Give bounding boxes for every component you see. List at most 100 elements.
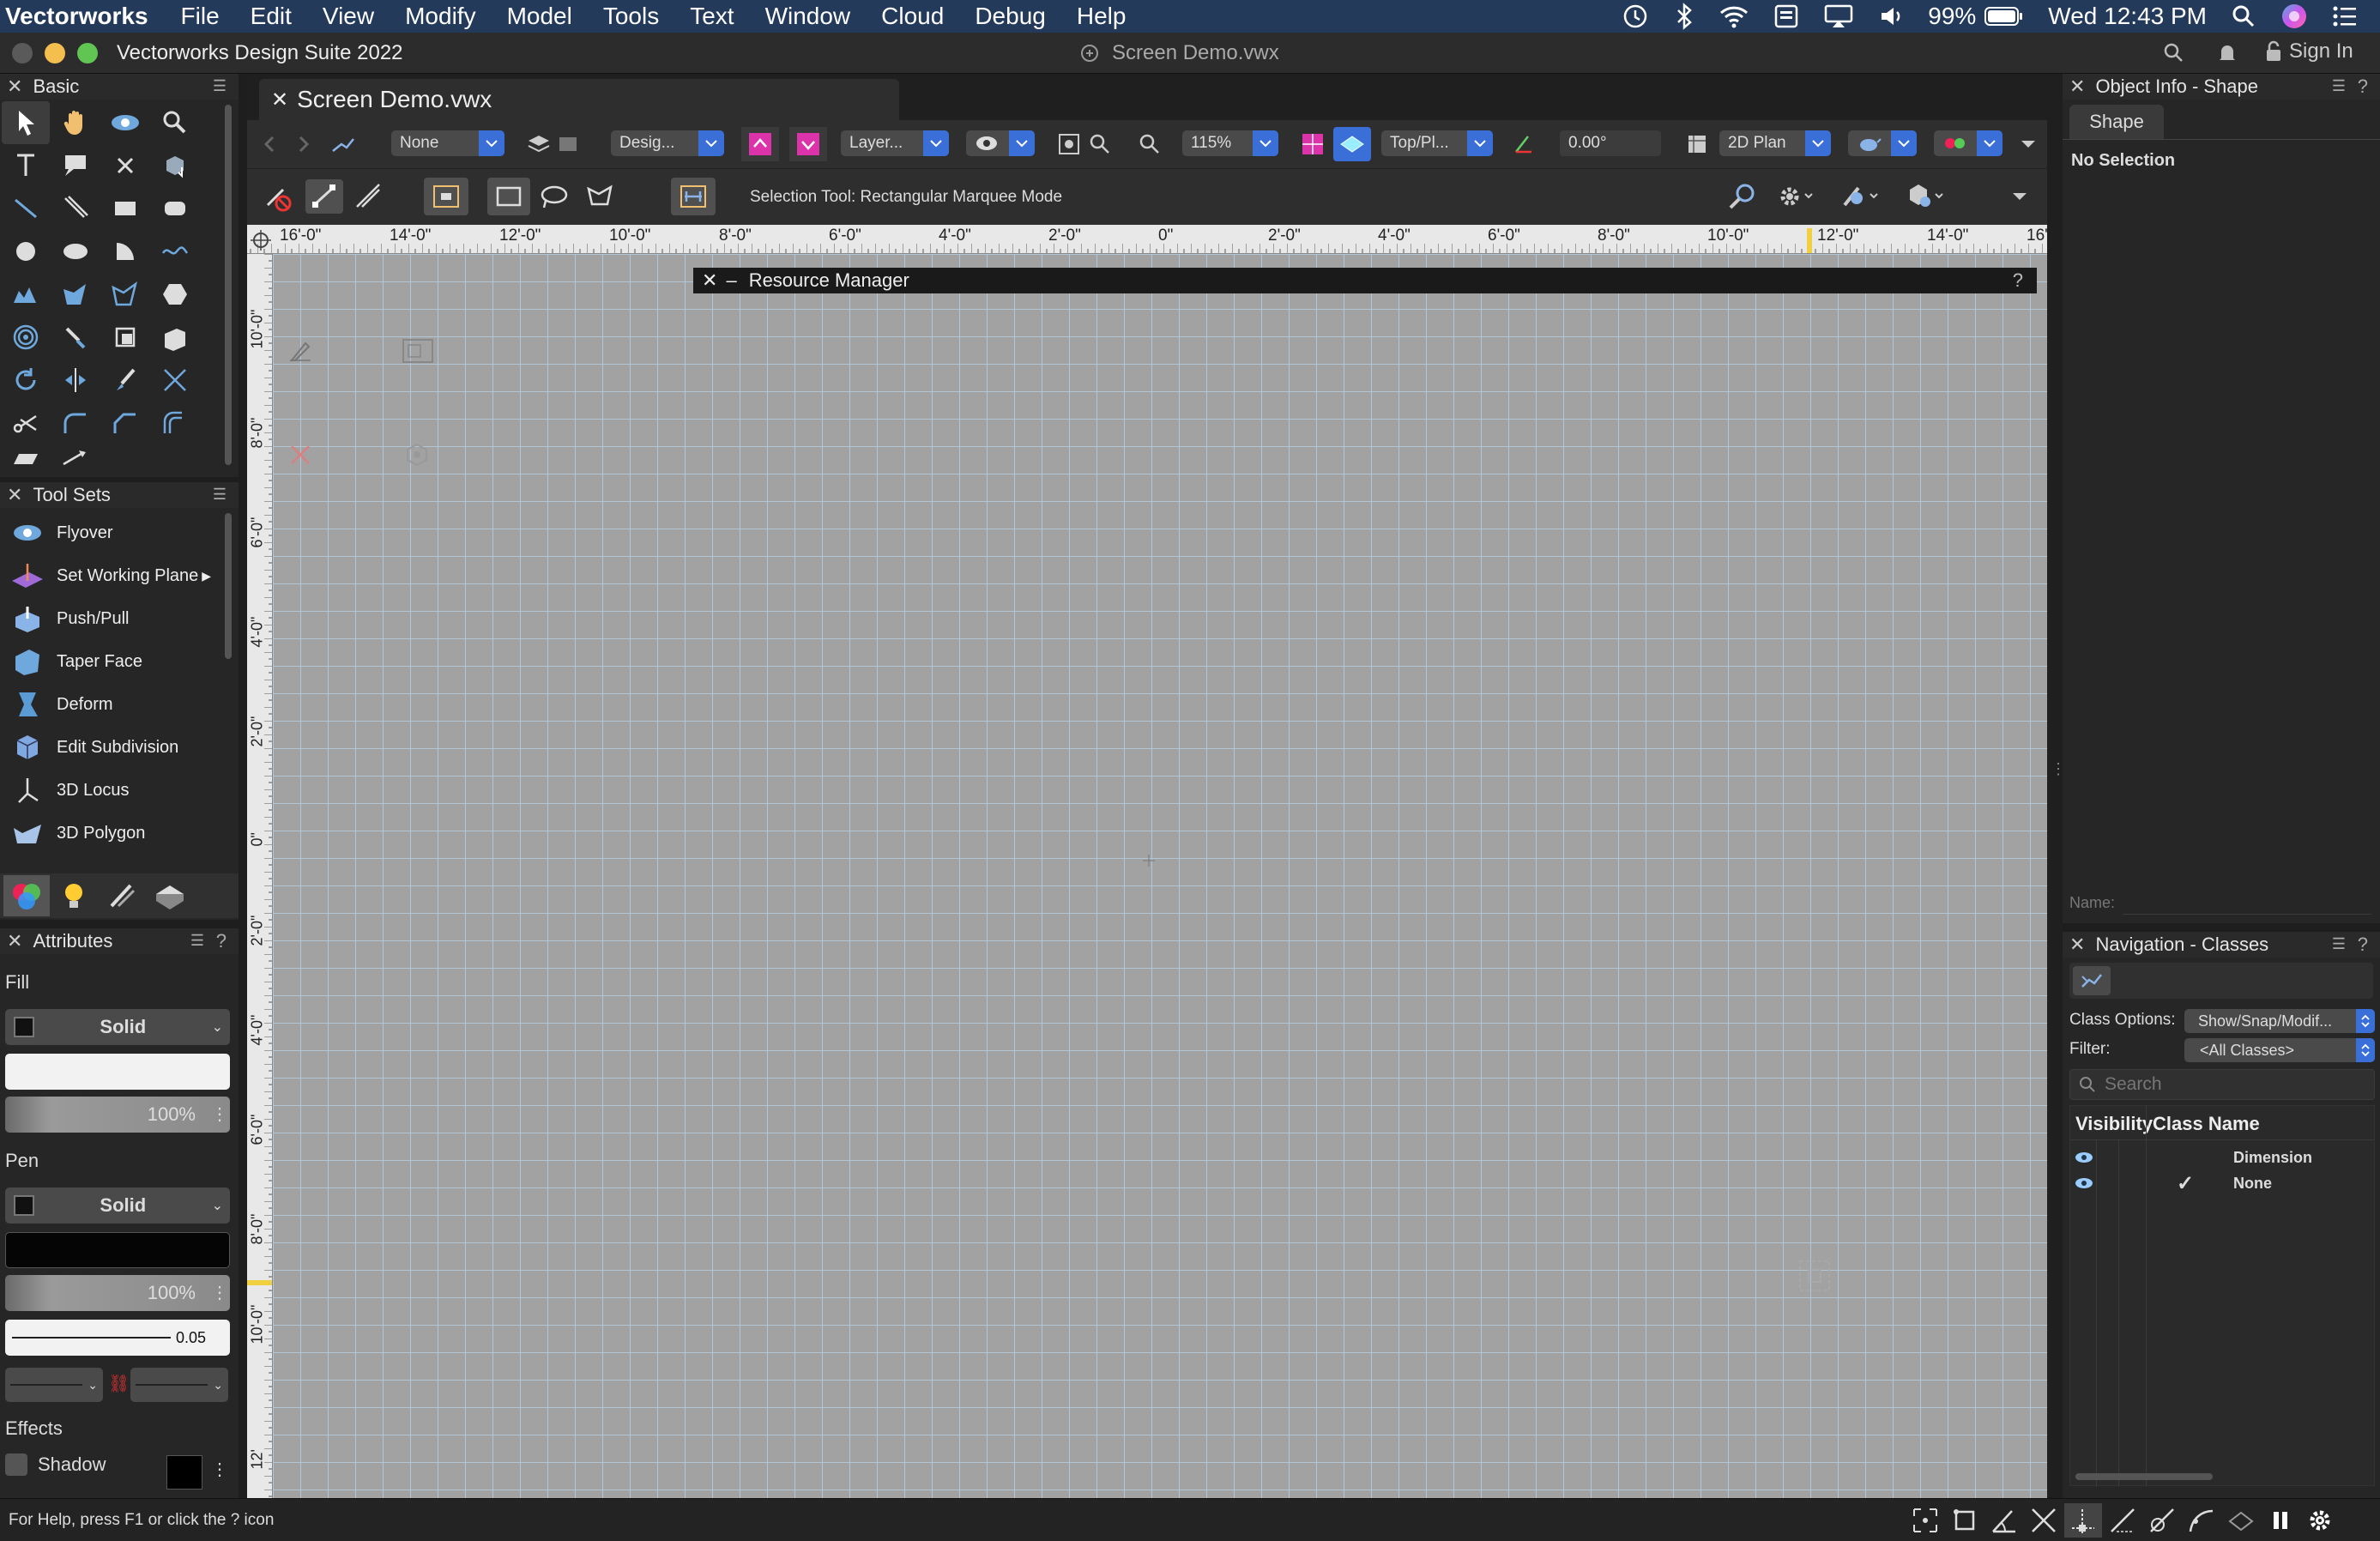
menu-edit[interactable]: Edit <box>251 3 292 30</box>
layer-down-icon[interactable] <box>789 127 827 161</box>
close-icon[interactable]: ✕ <box>2069 76 2085 98</box>
rotate-tool[interactable] <box>2 359 50 402</box>
single-object-mode-icon[interactable] <box>305 179 343 214</box>
rounded-rectangle-tool[interactable] <box>151 187 199 230</box>
close-window-button[interactable] <box>12 43 33 63</box>
tool-preferences-icon[interactable] <box>1769 179 1821 214</box>
shadow-checkbox[interactable] <box>5 1453 27 1476</box>
more-options-icon[interactable]: ⋮ <box>211 1459 228 1480</box>
tab-shape[interactable]: Shape <box>2069 105 2164 139</box>
pen-opacity-slider[interactable]: 100% <box>5 1275 230 1311</box>
class-search-field[interactable]: Search <box>2069 1069 2375 1100</box>
mirror-tool[interactable] <box>51 359 100 402</box>
volume-icon[interactable] <box>1878 3 1904 29</box>
menu-debug[interactable]: Debug <box>975 3 1046 30</box>
tool-set-item[interactable]: Flyover <box>0 511 214 554</box>
rectangular-marquee-icon[interactable] <box>487 178 530 215</box>
start-marker-dropdown[interactable]: ⌄ <box>5 1368 103 1402</box>
forward-icon[interactable] <box>285 127 323 161</box>
notifications-bell-icon[interactable] <box>2215 41 2239 65</box>
tool-set-item[interactable]: Deform <box>0 683 214 726</box>
rotation-angle-field[interactable]: 0.00° <box>1560 130 1661 156</box>
data-visualization-dropdown[interactable] <box>1934 130 2002 156</box>
close-icon[interactable]: ✕ <box>2069 934 2085 956</box>
class-options-dropdown[interactable]: Show/Snap/Modif... <box>2184 1009 2375 1033</box>
sign-in-button[interactable]: Sign In <box>2265 39 2353 63</box>
snap-to-angle-icon[interactable] <box>1985 1503 2023 1538</box>
close-icon[interactable]: ✕ <box>7 930 22 952</box>
app-menu[interactable]: Vectorworks <box>5 3 148 30</box>
snap-to-surface-icon[interactable] <box>2183 1503 2220 1538</box>
regular-polygon-tool[interactable] <box>151 273 199 316</box>
collapse-icon[interactable]: – <box>726 269 736 292</box>
locus-tool[interactable] <box>101 144 149 187</box>
fill-opacity-slider[interactable]: 100% <box>5 1097 230 1133</box>
palette-menu-icon[interactable]: ☰ <box>190 932 204 950</box>
line-tool[interactable] <box>2 187 50 230</box>
wifi-icon[interactable] <box>1719 3 1749 29</box>
palette-menu-icon[interactable]: ☰ <box>213 77 227 95</box>
clip-cube-tool[interactable] <box>101 316 149 359</box>
callout-tool[interactable] <box>51 144 100 187</box>
lasso-marquee-icon[interactable] <box>535 179 573 214</box>
zoom-selection-icon[interactable] <box>1081 127 1119 161</box>
snap-to-object-icon[interactable] <box>1946 1503 1984 1538</box>
menu-modify[interactable]: Modify <box>405 3 475 30</box>
layer-options-icon[interactable] <box>549 127 587 161</box>
siri-icon[interactable] <box>2280 3 2308 30</box>
time-machine-icon[interactable] <box>1621 2 1650 31</box>
freehand-tool[interactable] <box>151 230 199 273</box>
close-tab-icon[interactable]: ✕ <box>271 88 288 112</box>
clock[interactable]: Wed 12:43 PM <box>2048 3 2207 30</box>
stake-tool[interactable] <box>151 144 199 187</box>
tool-set-item[interactable]: Set Working Plane ▶ <box>0 554 214 597</box>
shape-options-icon[interactable] <box>1900 179 1951 214</box>
lighting-dropdown[interactable] <box>1848 130 1917 156</box>
selection-options-icon[interactable] <box>671 178 716 215</box>
link-markers-icon[interactable]: ⛓ <box>108 1373 130 1397</box>
split-tool[interactable] <box>151 359 199 402</box>
double-line-tool[interactable] <box>51 187 100 230</box>
class-visibility-icon[interactable] <box>324 127 362 161</box>
notification-center-icon[interactable] <box>2332 5 2358 27</box>
fill-color-bar[interactable] <box>5 1054 230 1090</box>
oval-tool[interactable] <box>51 230 100 273</box>
help-icon[interactable]: ? <box>2358 934 2368 956</box>
tab-building-shell[interactable] <box>3 875 50 916</box>
zoom-icon[interactable] <box>1131 127 1169 161</box>
circle-tool[interactable] <box>2 230 50 273</box>
visibility-column-header[interactable]: Visibility <box>2075 1113 2153 1135</box>
render-settings-icon[interactable] <box>1678 127 1716 161</box>
rectangle-tool[interactable] <box>101 187 149 230</box>
spiral-tool[interactable] <box>2 316 50 359</box>
top-plan-view-icon[interactable] <box>1333 127 1371 161</box>
zoom-dropdown[interactable]: 115% <box>1182 130 1278 156</box>
visible-eye-icon[interactable] <box>2074 1149 2094 1166</box>
toolbar-overflow-icon[interactable] <box>2009 127 2047 161</box>
eyedropper-tool[interactable] <box>51 316 100 359</box>
table-row[interactable]: ✓ None <box>2070 1172 2374 1197</box>
zoom-window-button[interactable] <box>77 43 98 63</box>
text-tool[interactable] <box>2 144 50 187</box>
shadow-color-swatch[interactable] <box>166 1455 202 1490</box>
zoom-tool[interactable] <box>151 101 199 144</box>
close-icon[interactable]: ✕ <box>7 484 22 506</box>
pen-style-dropdown[interactable]: Solid ⌄ <box>5 1187 230 1224</box>
back-icon[interactable] <box>251 127 288 161</box>
battery-status[interactable]: 99% <box>1928 3 2024 30</box>
airplay-icon[interactable] <box>1823 3 1854 29</box>
polygon-marquee-icon[interactable] <box>582 179 619 214</box>
layer-dropdown[interactable]: Layer... <box>841 130 949 156</box>
menu-help[interactable]: Help <box>1077 3 1127 30</box>
snap-to-working-plane-icon[interactable] <box>2222 1503 2260 1538</box>
tab-site-planning[interactable] <box>146 875 194 916</box>
class-name-column-header[interactable]: Class Name <box>2153 1113 2260 1135</box>
right-dock-splitter[interactable]: ⋮ <box>2047 74 2066 1498</box>
help-icon[interactable]: ? <box>216 930 227 952</box>
more-options-icon[interactable]: ⋮ <box>211 1103 228 1125</box>
menu-view[interactable]: View <box>323 3 374 30</box>
pause-icon[interactable] <box>2262 1503 2299 1538</box>
document-tab[interactable]: ✕ Screen Demo.vwx <box>259 79 899 120</box>
working-plane-angle-icon[interactable] <box>1505 127 1543 161</box>
selection-tool[interactable] <box>2 101 50 144</box>
